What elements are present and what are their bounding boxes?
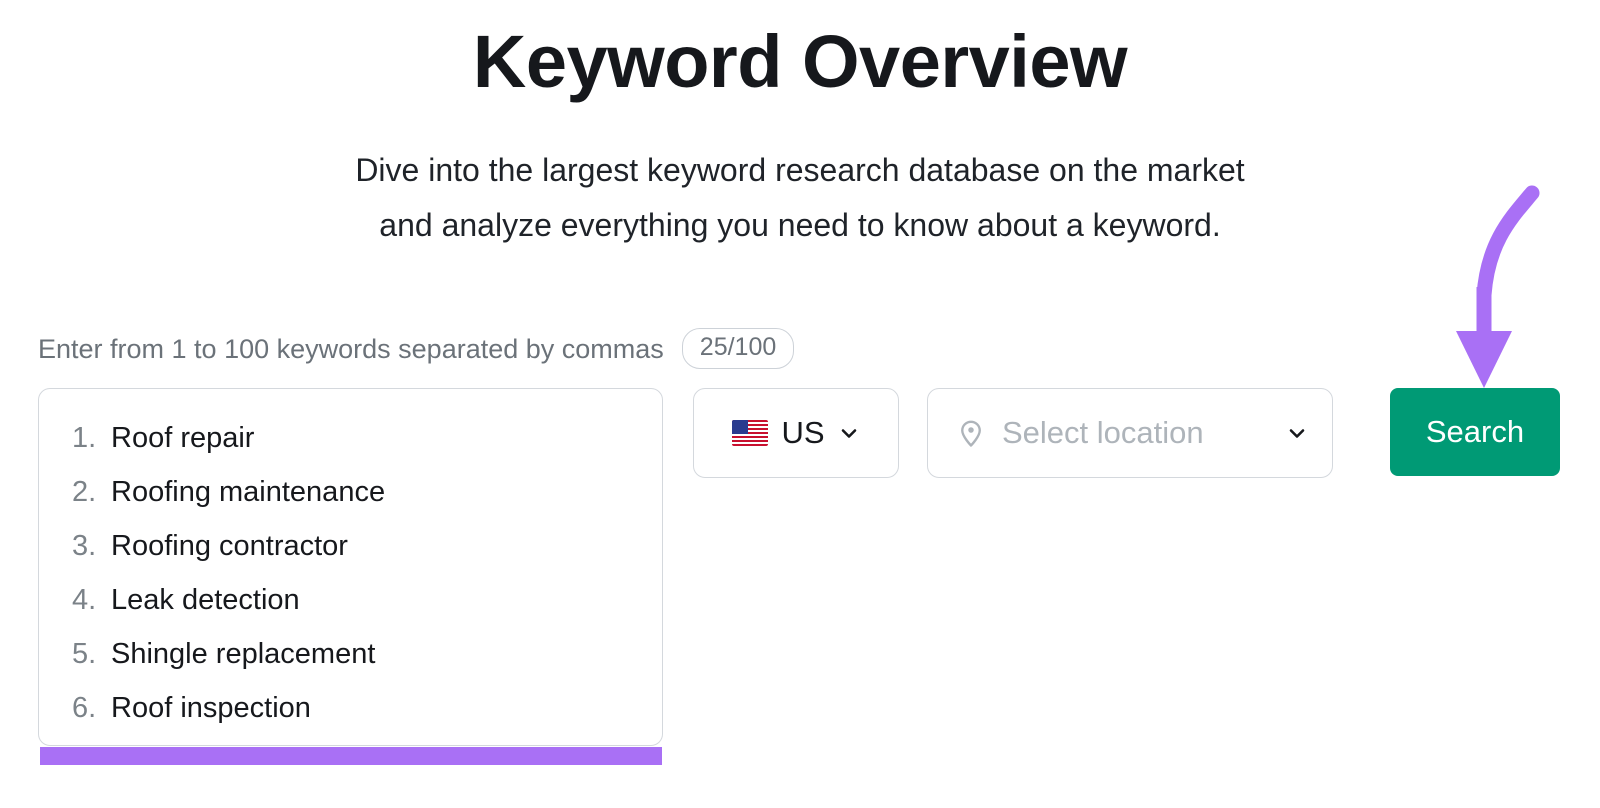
search-button[interactable]: Search <box>1390 388 1560 476</box>
keyword-index: 2. <box>39 465 111 519</box>
keyword-text: Roofing contractor <box>111 519 348 573</box>
keyword-list-item[interactable]: 6. Roof inspection <box>39 681 662 735</box>
keyword-list-item[interactable]: 1. Roof repair <box>39 411 662 465</box>
keyword-counter-badge: 25/100 <box>682 328 794 369</box>
keywords-field-label-row: Enter from 1 to 100 keywords separated b… <box>38 328 794 369</box>
annotation-underline-bar <box>40 747 662 765</box>
keywords-field-label: Enter from 1 to 100 keywords separated b… <box>38 332 664 366</box>
keyword-list-item[interactable]: 5. Shingle replacement <box>39 627 662 681</box>
page-subtitle: Dive into the largest keyword research d… <box>0 143 1600 253</box>
keyword-list-item[interactable]: 2. Roofing maintenance <box>39 465 662 519</box>
page-title: Keyword Overview <box>0 16 1600 108</box>
keyword-text: Roof flashing repair <box>111 735 362 746</box>
keyword-index: 5. <box>39 627 111 681</box>
keyword-index: 1. <box>39 411 111 465</box>
keyword-index: 3. <box>39 519 111 573</box>
chevron-down-icon <box>838 422 860 444</box>
keyword-text: Shingle replacement <box>111 627 375 681</box>
location-placeholder: Select location <box>1002 415 1270 451</box>
page-subtitle-line-1: Dive into the largest keyword research d… <box>0 143 1600 198</box>
keyword-list: 1. Roof repair 2. Roofing maintenance 3.… <box>39 411 662 746</box>
page-subtitle-line-2: and analyze everything you need to know … <box>0 198 1600 253</box>
keyword-text: Roof repair <box>111 411 254 465</box>
keyword-list-item[interactable]: 4. Leak detection <box>39 573 662 627</box>
keyword-index: 7. <box>39 735 111 746</box>
keywords-input[interactable]: 1. Roof repair 2. Roofing maintenance 3.… <box>38 388 663 746</box>
search-controls-row: 1. Roof repair 2. Roofing maintenance 3.… <box>38 388 1560 746</box>
keyword-index: 6. <box>39 681 111 735</box>
location-select[interactable]: Select location <box>927 388 1333 478</box>
keyword-list-item[interactable]: 7. Roof flashing repair <box>39 735 662 746</box>
keyword-text: Roofing maintenance <box>111 465 385 519</box>
keyword-text: Roof inspection <box>111 681 311 735</box>
chevron-down-icon <box>1286 422 1308 444</box>
keyword-list-item[interactable]: 3. Roofing contractor <box>39 519 662 573</box>
keyword-text: Leak detection <box>111 573 300 627</box>
country-code-label: US <box>781 415 824 451</box>
us-flag-icon <box>732 420 768 446</box>
keyword-index: 4. <box>39 573 111 627</box>
country-select[interactable]: US <box>693 388 899 478</box>
map-pin-icon <box>956 418 986 448</box>
